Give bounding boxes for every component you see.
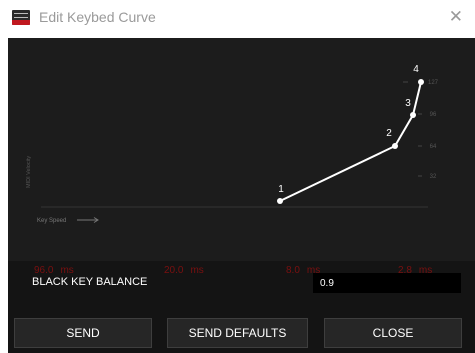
y-tick-label-64: 64	[430, 144, 437, 150]
y-tick-label-96: 96	[430, 112, 437, 118]
curve-canvas[interactable]: MIDI Velocity 127 96 64 32 Key Speed 1 2…	[8, 38, 475, 261]
dialog-client-area: MIDI Velocity 127 96 64 32 Key Speed 1 2…	[8, 38, 475, 353]
velocity-curve-line	[279, 81, 422, 202]
black-key-balance-input[interactable]	[313, 273, 461, 293]
y-tick-group: 127 96 64 32	[403, 80, 439, 180]
timing-2-value: 20.0	[164, 265, 184, 276]
point-label-2: 2	[386, 128, 392, 139]
x-axis-label: Key Speed	[37, 218, 66, 224]
timing-1: 96.0 ms	[34, 265, 74, 276]
point-label-4: 4	[413, 64, 419, 75]
x-axis-arrow-icon	[77, 217, 99, 223]
close-icon[interactable]: ✕	[449, 7, 463, 27]
y-axis-label: MIDI Velocity	[26, 156, 32, 188]
title-bar: Edit Keybed Curve ✕	[0, 0, 475, 38]
velocity-curve-graph[interactable]: MIDI Velocity 127 96 64 32 Key Speed 1 2…	[8, 38, 475, 261]
timing-2-unit: ms	[190, 265, 204, 276]
y-tick-label-127: 127	[428, 80, 439, 86]
curve-point-3[interactable]	[410, 112, 416, 118]
timing-2: 20.0 ms	[164, 265, 204, 276]
timing-3-value: 8.0	[286, 265, 300, 276]
black-key-balance-label: BLACK KEY BALANCE	[32, 276, 148, 288]
curve-point-4[interactable]	[418, 79, 424, 85]
point-label-3: 3	[405, 98, 411, 109]
app-logo-icon	[12, 10, 30, 25]
close-button[interactable]: CLOSE	[324, 318, 462, 348]
window-title: Edit Keybed Curve	[39, 9, 156, 25]
y-tick-label-32: 32	[430, 174, 437, 180]
curve-point-1[interactable]	[277, 198, 283, 204]
send-button[interactable]: SEND	[14, 318, 152, 348]
timing-1-value: 96.0	[34, 265, 54, 276]
send-defaults-button[interactable]: SEND DEFAULTS	[167, 318, 308, 348]
curve-point-2[interactable]	[392, 143, 398, 149]
point-label-1: 1	[278, 184, 284, 195]
timing-1-unit: ms	[60, 265, 74, 276]
